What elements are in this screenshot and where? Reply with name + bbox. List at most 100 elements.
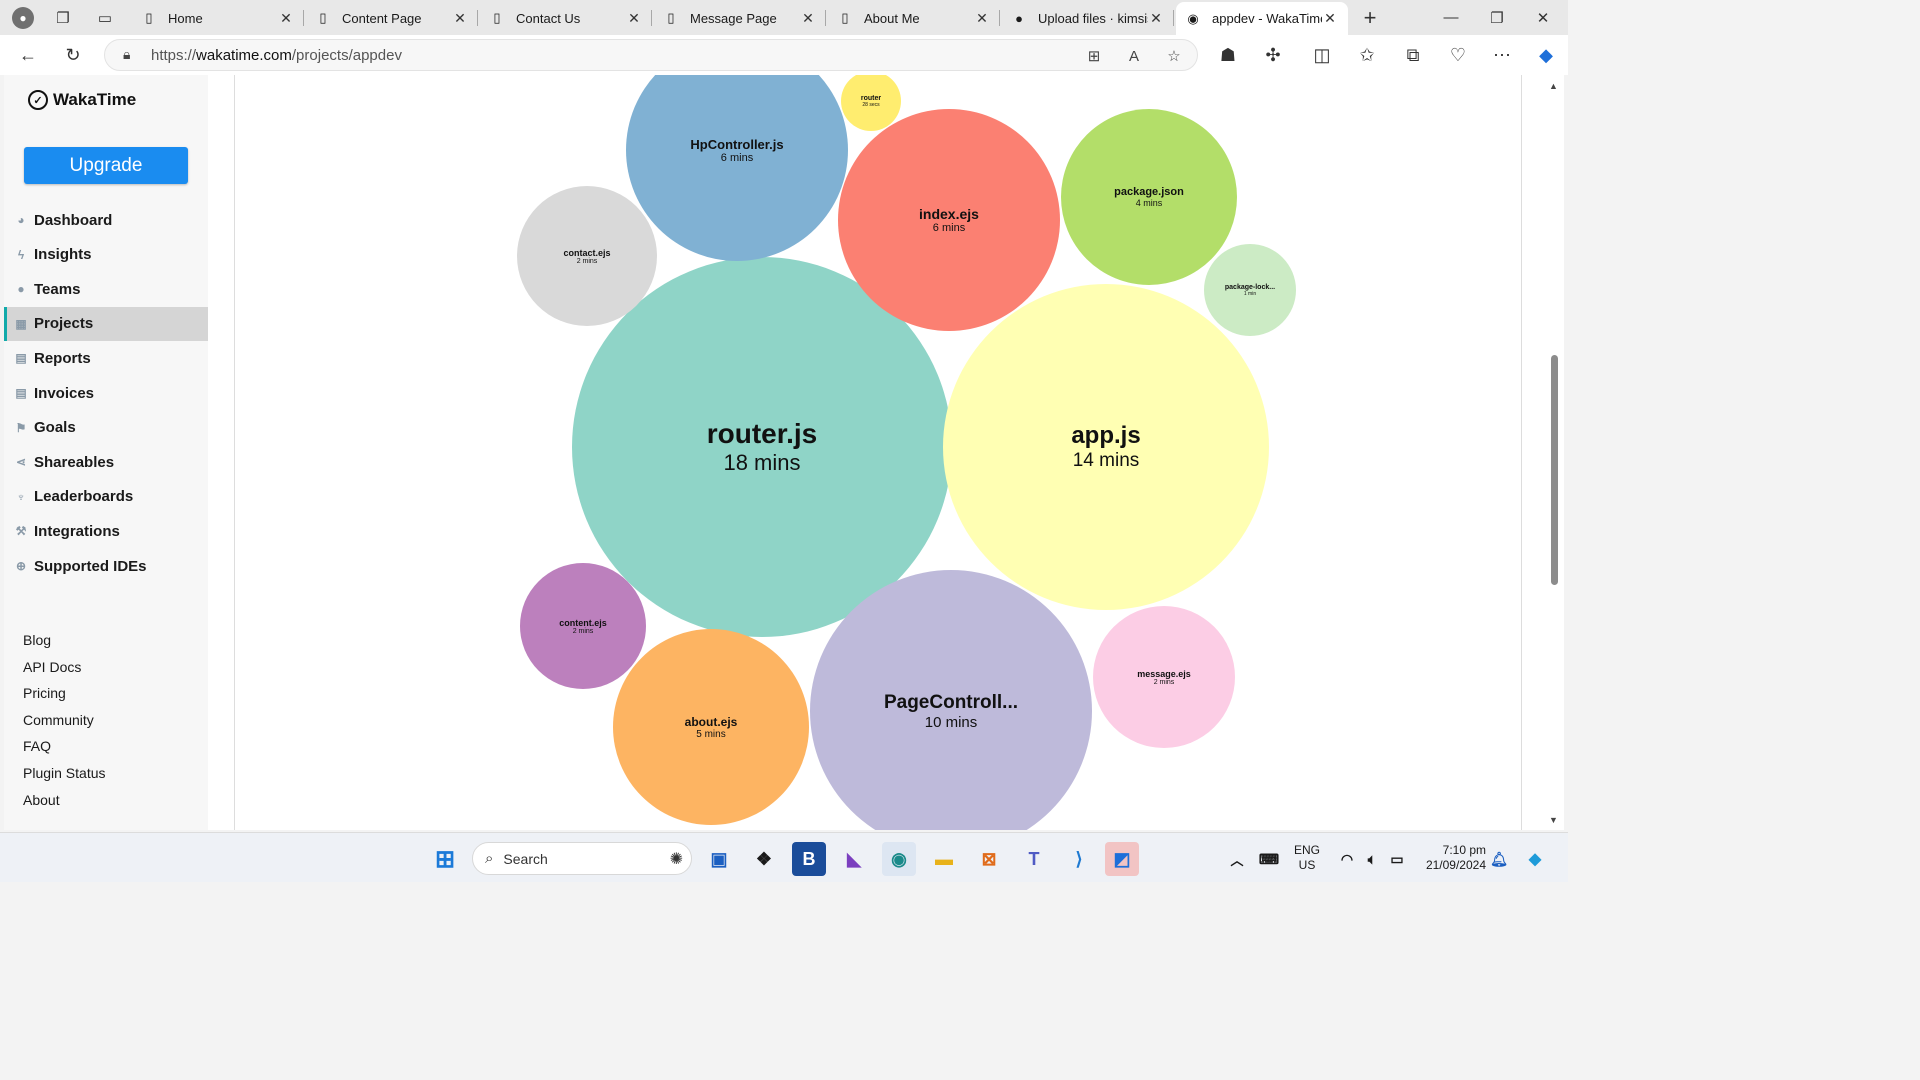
file-bubble[interactable]: router 28 secs bbox=[841, 75, 901, 131]
workspaces-button[interactable]: ❐ bbox=[42, 0, 84, 35]
scrollbar-thumb[interactable] bbox=[1551, 355, 1558, 585]
sidebar-item-shareables[interactable]: ⋖ Shareables bbox=[4, 445, 208, 479]
app-available-icon[interactable]: ⊞ bbox=[1083, 45, 1105, 67]
back-button[interactable]: ← bbox=[13, 41, 43, 69]
split-screen-button[interactable]: ◫ bbox=[1307, 41, 1337, 69]
upgrade-button[interactable]: Upgrade bbox=[24, 147, 188, 184]
scroll-up-icon[interactable]: ▲ bbox=[1547, 81, 1560, 91]
browser-tab[interactable]: ▯ Content Page ✕ bbox=[306, 3, 478, 33]
search-highlight-icon: ✺ bbox=[669, 850, 683, 868]
wakatime-logo[interactable]: ✓ WakaTime bbox=[28, 90, 136, 110]
footer-link[interactable]: FAQ bbox=[23, 738, 51, 754]
browser-tab[interactable]: ▯ Message Page ✕ bbox=[654, 3, 826, 33]
tablet-mode-button[interactable]: ⌨ bbox=[1252, 842, 1286, 876]
b-app-icon: B bbox=[802, 848, 816, 869]
puzzle-icon: ✣ bbox=[1265, 44, 1281, 65]
sidebar-item-teams[interactable]: ● Teams bbox=[4, 272, 208, 306]
new-tab-button[interactable]: + bbox=[1356, 4, 1384, 32]
file-bubble[interactable]: package.json 4 mins bbox=[1061, 109, 1237, 285]
settings-menu-button[interactable]: ⋯ bbox=[1487, 41, 1517, 69]
browser-tab[interactable]: ◉ appdev - WakaTime ✕ bbox=[1176, 2, 1348, 35]
taskbar-b-app[interactable]: B bbox=[792, 842, 826, 876]
footer-link[interactable]: Blog bbox=[23, 632, 51, 648]
copilot-profile-button[interactable]: ☗ bbox=[1213, 41, 1243, 69]
refresh-button[interactable]: ↻ bbox=[58, 41, 88, 69]
minimize-button[interactable]: — bbox=[1428, 0, 1474, 35]
file-bubble[interactable]: contact.ejs 2 mins bbox=[517, 186, 657, 326]
copilot-button[interactable]: ◆ bbox=[1531, 41, 1561, 69]
browser-tab[interactable]: ▯ About Me ✕ bbox=[828, 3, 1000, 33]
favorites-button[interactable]: ✩ bbox=[1352, 41, 1382, 69]
sidebar-item-label: Insights bbox=[34, 246, 92, 264]
file-bubble[interactable]: about.ejs 5 mins bbox=[613, 629, 809, 825]
taskbar-snipping-tool[interactable]: ◩ bbox=[1105, 842, 1139, 876]
notifications-button[interactable]: 🔔︎ bbox=[1482, 842, 1516, 876]
close-window-button[interactable]: ✕ bbox=[1520, 0, 1566, 35]
footer-link[interactable]: About bbox=[23, 792, 60, 808]
footer-link[interactable]: Plugin Status bbox=[23, 765, 106, 781]
close-tab-icon[interactable]: ✕ bbox=[1148, 10, 1164, 27]
taskbar-file-explorer[interactable]: ▬ bbox=[927, 842, 961, 876]
tab-actions-icon: ▭ bbox=[97, 9, 113, 27]
tab-title: appdev - WakaTime bbox=[1212, 11, 1322, 26]
taskbar-vscode[interactable]: ⟩ bbox=[1062, 842, 1096, 876]
sidebar-item-dashboard[interactable]: ◕ Dashboard bbox=[4, 203, 208, 237]
vertical-tabs-button[interactable]: ▭ bbox=[84, 0, 126, 35]
file-bubble[interactable]: index.ejs 6 mins bbox=[838, 109, 1060, 331]
close-tab-icon[interactable]: ✕ bbox=[452, 10, 468, 27]
battery-button[interactable]: ▭ bbox=[1380, 842, 1414, 876]
taskbar-teams[interactable]: T bbox=[1017, 842, 1051, 876]
start-button[interactable]: ⊞ bbox=[428, 842, 462, 876]
file-bubble[interactable]: package-lock... 1 min bbox=[1204, 244, 1296, 336]
browser-tab[interactable]: ▯ Contact Us ✕ bbox=[480, 3, 652, 33]
browser-tab[interactable]: ▯ Home ✕ bbox=[132, 3, 304, 33]
sidebar-item-integrations[interactable]: ⚒ Integrations bbox=[4, 514, 208, 548]
clock[interactable]: 7:10 pm 21/09/2024 bbox=[1414, 843, 1486, 873]
extensions-button[interactable]: ✣ bbox=[1258, 41, 1288, 69]
file-bubble[interactable]: app.js 14 mins bbox=[943, 284, 1269, 610]
collections-button[interactable]: ⧉ bbox=[1398, 41, 1428, 69]
read-aloud-icon[interactable]: A bbox=[1123, 45, 1145, 67]
taskbar-search[interactable]: ⌕ Search ✺ bbox=[472, 842, 692, 875]
file-bubble[interactable]: HpController.js 6 mins bbox=[626, 75, 848, 261]
taskbar-edge[interactable]: ◉ bbox=[882, 842, 916, 876]
file-bubble[interactable]: content.ejs 2 mins bbox=[520, 563, 646, 689]
address-bar[interactable]: 🔒︎ https://wakatime.com/projects/appdev … bbox=[104, 39, 1198, 71]
show-hidden-icons[interactable]: ︿ bbox=[1220, 842, 1254, 876]
close-tab-icon[interactable]: ✕ bbox=[278, 10, 294, 27]
file-time: 5 mins bbox=[696, 728, 726, 740]
restore-button[interactable]: ❐ bbox=[1474, 0, 1520, 35]
footer-link[interactable]: API Docs bbox=[23, 659, 81, 675]
language-indicator[interactable]: ENG US bbox=[1290, 843, 1324, 873]
sidebar-item-insights[interactable]: ϟ Insights bbox=[4, 238, 208, 272]
tab-title: Message Page bbox=[690, 10, 777, 26]
taskbar-dropbox[interactable]: ❖ bbox=[747, 842, 781, 876]
favorite-star-icon[interactable]: ☆ bbox=[1163, 45, 1185, 67]
browser-tab[interactable]: ● Upload files · kimsist ✕ bbox=[1002, 3, 1174, 33]
sidebar-item-leaderboards[interactable]: ♆ Leaderboards bbox=[4, 480, 208, 514]
scroll-down-icon[interactable]: ▼ bbox=[1547, 815, 1560, 825]
close-tab-icon[interactable]: ✕ bbox=[626, 10, 642, 27]
browser-essentials-button[interactable]: ♡ bbox=[1443, 41, 1473, 69]
vertical-scrollbar[interactable]: ▲ ▼ bbox=[1547, 75, 1560, 830]
sidebar-item-reports[interactable]: ▤ Reports bbox=[4, 341, 208, 375]
file-name: PageControll... bbox=[883, 691, 1019, 713]
sidebar-item-invoices[interactable]: ▤ Invoices bbox=[4, 376, 208, 410]
sidebar-item-goals[interactable]: ⚑ Goals bbox=[4, 411, 208, 445]
copilot-taskbar-button[interactable]: ◆ bbox=[1518, 842, 1552, 876]
taskbar-xampp[interactable]: ⊠ bbox=[972, 842, 1006, 876]
sidebar-item-label: Goals bbox=[34, 419, 76, 437]
footer-link[interactable]: Pricing bbox=[23, 685, 66, 701]
close-tab-icon[interactable]: ✕ bbox=[974, 10, 990, 27]
taskbar-visual-studio[interactable]: ◣ bbox=[837, 842, 871, 876]
tab-strip: ● ❐ ▭ ▯ Home ✕ ▯ Content Page ✕ ▯ Contact Us ✕ ▯ M… bbox=[0, 0, 1568, 35]
sidebar-item-supported-ides[interactable]: ⊕ Supported IDEs bbox=[4, 549, 208, 583]
file-bubble[interactable]: message.ejs 2 mins bbox=[1093, 606, 1235, 748]
profile-button[interactable]: ● bbox=[2, 0, 44, 35]
sidebar-item-projects[interactable]: ▦ Projects bbox=[4, 306, 208, 341]
file-bubble[interactable]: PageControll... 10 mins bbox=[810, 570, 1092, 830]
close-tab-icon[interactable]: ✕ bbox=[800, 10, 816, 27]
footer-link[interactable]: Community bbox=[23, 712, 94, 728]
close-tab-icon[interactable]: ✕ bbox=[1322, 10, 1338, 27]
taskbar-store[interactable]: ▣ bbox=[702, 842, 736, 876]
